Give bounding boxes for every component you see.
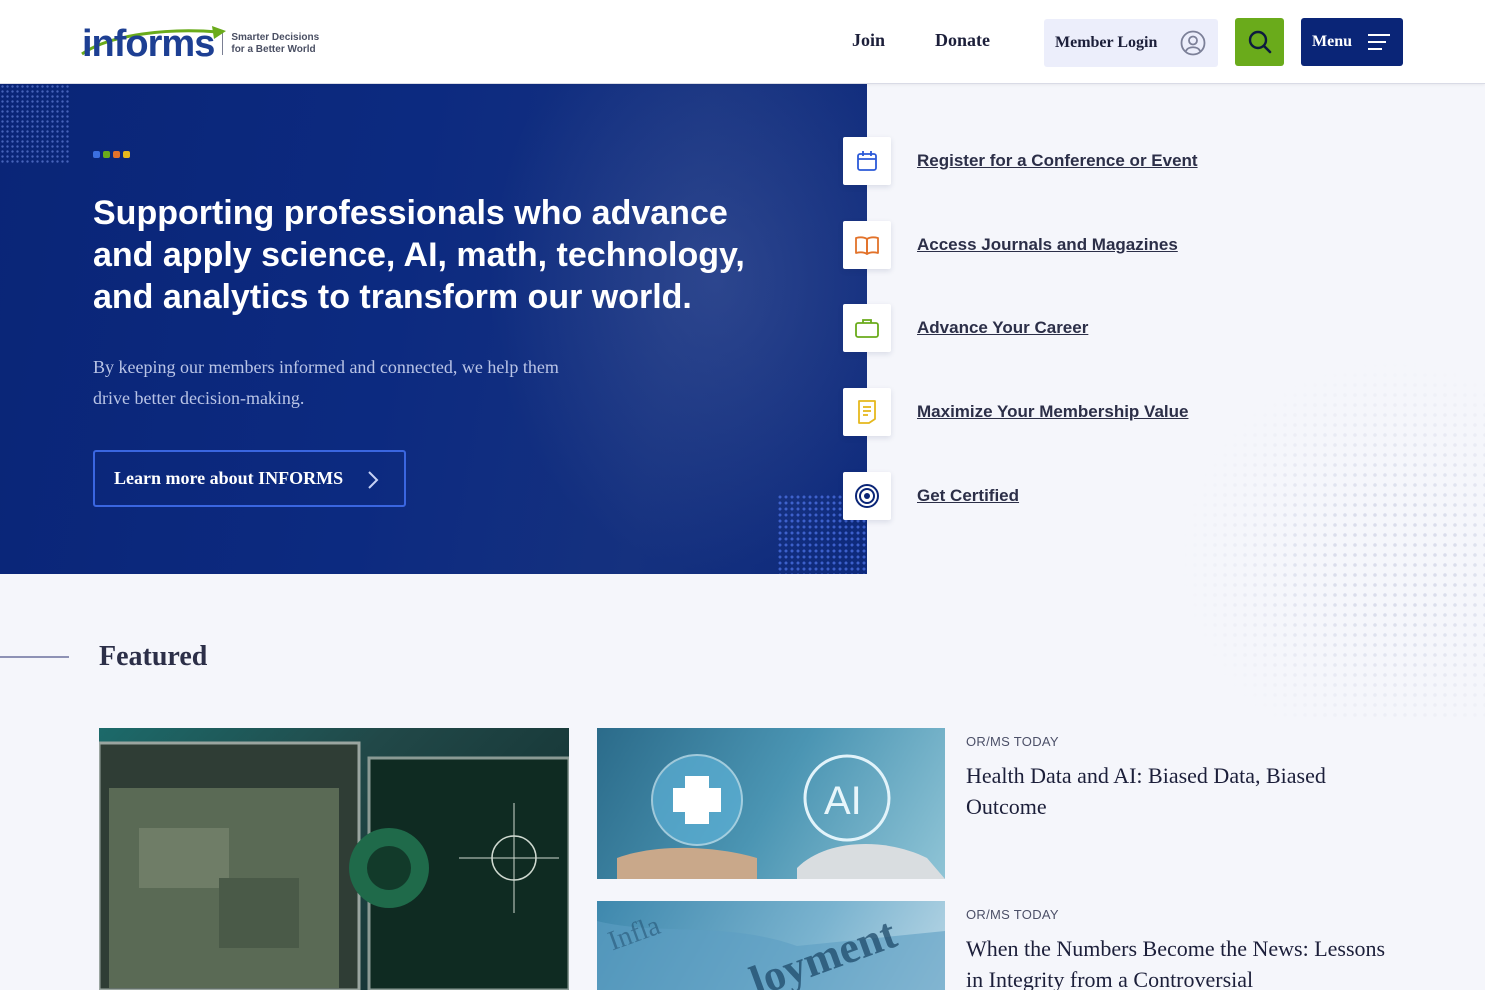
chevron-right-icon: [368, 471, 379, 489]
menu-button[interactable]: Menu: [1301, 18, 1403, 66]
svg-text:AI: AI: [824, 779, 862, 823]
search-button[interactable]: [1235, 18, 1284, 66]
briefcase-icon: [855, 319, 879, 338]
color-dot-green: [103, 151, 110, 158]
article-title-link[interactable]: When the Numbers Become the News: Lesson…: [966, 933, 1386, 990]
quick-link-membership[interactable]: Maximize Your Membership Value: [843, 388, 1403, 436]
user-circle-icon: [1180, 30, 1206, 56]
quick-link-register[interactable]: Register for a Conference or Event: [843, 137, 1403, 185]
informs-logo[interactable]: informs Smarter Decisions for a Better W…: [81, 23, 319, 65]
article-image-health-ai[interactable]: AI: [597, 728, 945, 879]
monitors-illustration: [99, 741, 569, 990]
quick-link-icon-box: [843, 137, 891, 185]
quick-link-label: Advance Your Career: [917, 318, 1089, 337]
featured-main-image[interactable]: [99, 728, 569, 990]
logo-tagline-line-2: for a Better World: [231, 44, 316, 55]
health-ai-illustration: AI: [617, 754, 945, 879]
member-login-label: Member Login: [1055, 34, 1158, 51]
document-icon: [858, 400, 876, 424]
calendar-icon: [857, 151, 877, 171]
donate-link[interactable]: Donate: [935, 30, 990, 51]
quick-link-career[interactable]: Advance Your Career: [843, 304, 1403, 352]
quick-link-icon-box: [843, 304, 891, 352]
hero-subtitle: By keeping our members informed and conn…: [93, 357, 559, 408]
site-header: informs Smarter Decisions for a Better W…: [0, 0, 1485, 84]
learn-more-button[interactable]: Learn more about INFORMS: [93, 450, 406, 507]
member-login-button[interactable]: Member Login: [1044, 19, 1218, 67]
logo-wordmark: informs: [82, 23, 215, 65]
learn-more-label: Learn more about INFORMS: [114, 468, 344, 488]
color-dot-yellow: [123, 151, 130, 158]
article-category: OR/MS TODAY: [966, 907, 1059, 922]
newspaper-illustration: loyment Infla: [597, 908, 945, 990]
hamburger-icon: [1368, 34, 1390, 50]
color-dot-orange: [113, 151, 120, 158]
featured-divider-line: [0, 656, 69, 658]
article-category: OR/MS TODAY: [966, 734, 1059, 749]
book-open-icon: [855, 236, 879, 255]
hero-title: Supporting professionals who advance and…: [93, 194, 745, 316]
featured-heading: Featured: [99, 641, 208, 672]
target-icon: [855, 484, 879, 508]
quick-link-icon-box: [843, 388, 891, 436]
article-image-numbers-news[interactable]: loyment Infla: [597, 901, 945, 990]
logo-tagline: Smarter Decisions for a Better World: [231, 32, 319, 56]
hero-section: Supporting professionals who advance and…: [0, 84, 867, 574]
color-dots-decoration: [93, 151, 130, 158]
quick-link-label: Access Journals and Magazines: [917, 235, 1178, 254]
quick-link-journals[interactable]: Access Journals and Magazines: [843, 221, 1403, 269]
quick-link-label: Register for a Conference or Event: [917, 151, 1198, 170]
quick-link-certified[interactable]: Get Certified: [843, 472, 1403, 520]
join-link[interactable]: Join: [852, 30, 885, 51]
quick-link-icon-box: [843, 221, 891, 269]
logo-tagline-line-1: Smarter Decisions: [231, 32, 320, 43]
article-title-link[interactable]: Health Data and AI: Biased Data, Biased …: [966, 760, 1386, 822]
color-dot-blue: [93, 151, 100, 158]
quick-link-icon-box: [843, 472, 891, 520]
hero-dot-pattern-top: [0, 84, 70, 164]
quick-link-label: Get Certified: [917, 486, 1020, 505]
quick-link-label: Maximize Your Membership Value: [917, 402, 1189, 421]
search-icon: [1248, 30, 1271, 54]
menu-label: Menu: [1312, 33, 1352, 50]
